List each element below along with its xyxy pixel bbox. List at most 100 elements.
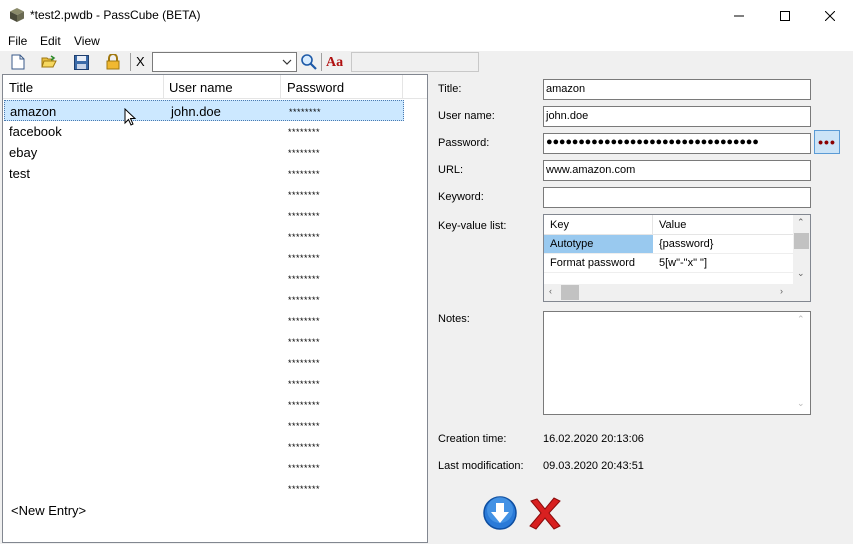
kv-row-value[interactable]: 5[w"-"x" "] <box>653 254 793 273</box>
list-header: Title User name Password <box>3 75 427 99</box>
table-row[interactable]: ******** <box>4 268 404 289</box>
red-x-icon[interactable] <box>527 495 563 531</box>
column-header-user[interactable]: User name <box>169 80 233 95</box>
password-label: Password: <box>438 137 490 149</box>
username-field[interactable]: john.doe <box>543 106 811 127</box>
download-arrow-icon[interactable] <box>482 495 518 531</box>
table-row[interactable]: ******** <box>4 310 404 331</box>
lock-button[interactable] <box>102 52 124 72</box>
cell-password: ******** <box>288 211 321 221</box>
cell-password: ******** <box>288 190 321 200</box>
new-file-button[interactable] <box>7 52 29 72</box>
mouse-cursor-icon <box>124 108 137 126</box>
table-row[interactable]: amazon john.doe ******** <box>4 100 404 121</box>
url-field[interactable]: www.amazon.com <box>543 160 811 181</box>
creation-time-value: 16.02.2020 20:13:06 <box>543 433 644 445</box>
cell-password: ******** <box>288 442 321 452</box>
entry-list[interactable]: Title User name Password amazon john.doe *… <box>2 74 428 543</box>
table-row[interactable]: ******** <box>4 457 404 478</box>
table-row[interactable]: ******** <box>4 373 404 394</box>
open-file-button[interactable] <box>38 52 60 72</box>
menu-bar: File Edit View <box>0 31 853 51</box>
filter-field[interactable] <box>351 52 479 72</box>
url-label: URL: <box>438 164 464 176</box>
minimize-icon <box>734 15 744 16</box>
scroll-right-icon[interactable]: › <box>780 286 783 296</box>
clear-search-button[interactable]: X <box>136 54 145 69</box>
table-row[interactable]: ******** <box>4 394 404 415</box>
password-generator-button[interactable]: ••• <box>814 130 840 154</box>
last-modification-label: Last modification: <box>438 460 524 472</box>
new-entry-item[interactable]: <New Entry> <box>11 503 86 518</box>
notes-area[interactable]: ⌃ ⌄ <box>543 311 811 415</box>
notes-textarea[interactable] <box>544 312 792 412</box>
scroll-left-icon[interactable]: ‹ <box>549 286 552 296</box>
column-divider[interactable] <box>402 75 403 98</box>
table-row[interactable]: ******** <box>4 226 404 247</box>
magnifier-icon[interactable] <box>300 53 318 71</box>
column-divider[interactable] <box>163 75 164 98</box>
cell-password: ******** <box>288 337 321 347</box>
cell-password: ******** <box>288 148 321 158</box>
scroll-down-icon[interactable]: ⌄ <box>797 268 805 279</box>
table-row[interactable]: ******** <box>4 436 404 457</box>
scroll-down-icon[interactable]: ⌄ <box>797 398 805 409</box>
table-row[interactable]: facebook ******** <box>4 121 404 142</box>
minimize-button[interactable] <box>716 0 762 31</box>
table-row[interactable]: ebay ******** <box>4 142 404 163</box>
cell-title: ebay <box>9 145 38 160</box>
search-input[interactable] <box>153 53 277 71</box>
kv-row-key[interactable]: Format password <box>544 254 653 273</box>
toolbar-separator <box>130 53 131 71</box>
column-header-password[interactable]: Password <box>287 80 344 95</box>
cell-password: ******** <box>288 316 321 326</box>
cell-title: test <box>9 166 30 181</box>
cell-password: ******** <box>288 253 321 263</box>
table-row[interactable]: ******** <box>4 352 404 373</box>
table-row[interactable]: test ******** <box>4 163 404 184</box>
title-label: Title: <box>438 83 462 95</box>
table-row[interactable]: ******** <box>4 205 404 226</box>
cell-password: ******** <box>288 400 321 410</box>
close-icon <box>825 10 835 21</box>
close-button[interactable] <box>807 0 853 31</box>
column-header-title[interactable]: Title <box>9 80 33 95</box>
kv-header-value[interactable]: Value <box>653 215 793 235</box>
menu-file[interactable]: File <box>8 34 27 48</box>
title-field[interactable]: amazon <box>543 79 811 100</box>
scroll-up-icon[interactable]: ⌃ <box>797 314 805 325</box>
scroll-up-icon[interactable]: ⌃ <box>797 217 805 228</box>
kv-row-value[interactable]: {password} <box>653 235 793 254</box>
cell-password: ******** <box>288 295 321 305</box>
menu-view[interactable]: View <box>74 34 100 48</box>
menu-edit[interactable]: Edit <box>40 34 61 48</box>
last-modification-value: 09.03.2020 20:43:51 <box>543 460 644 472</box>
kv-row-key[interactable]: Autotype <box>544 235 653 254</box>
password-field[interactable]: ●●●●●●●●●●●●●●●●●●●●●●●●●●●●●●●●● <box>543 133 811 154</box>
cell-password: ******** <box>288 274 321 284</box>
maximize-button[interactable] <box>762 0 808 31</box>
table-row[interactable]: ******** <box>4 415 404 436</box>
notes-scrollbar[interactable]: ⌃ ⌄ <box>793 312 810 414</box>
lock-icon <box>106 54 120 70</box>
key-value-table[interactable]: Key Value Autotype {password} Format pas… <box>543 214 811 302</box>
table-row[interactable]: ******** <box>4 478 404 499</box>
kv-vertical-scrollbar[interactable]: ⌃ ⌄ <box>793 215 810 284</box>
new-file-icon <box>11 54 25 70</box>
match-case-button[interactable]: Aa <box>326 55 343 71</box>
table-row[interactable]: ******** <box>4 247 404 268</box>
open-folder-icon <box>41 55 57 68</box>
scroll-thumb[interactable] <box>561 285 579 300</box>
kv-horizontal-scrollbar[interactable]: ‹ › <box>544 284 810 301</box>
scroll-thumb[interactable] <box>794 233 809 249</box>
search-combo[interactable] <box>152 52 297 72</box>
column-divider[interactable] <box>280 75 281 98</box>
table-row[interactable]: ******** <box>4 289 404 310</box>
table-row[interactable]: ******** <box>4 331 404 352</box>
keyword-field[interactable] <box>543 187 811 208</box>
kv-header-key[interactable]: Key <box>544 215 653 235</box>
save-button[interactable] <box>70 52 92 72</box>
chevron-down-icon[interactable] <box>280 55 294 69</box>
cell-password: ******** <box>288 463 321 473</box>
table-row[interactable]: ******** <box>4 184 404 205</box>
